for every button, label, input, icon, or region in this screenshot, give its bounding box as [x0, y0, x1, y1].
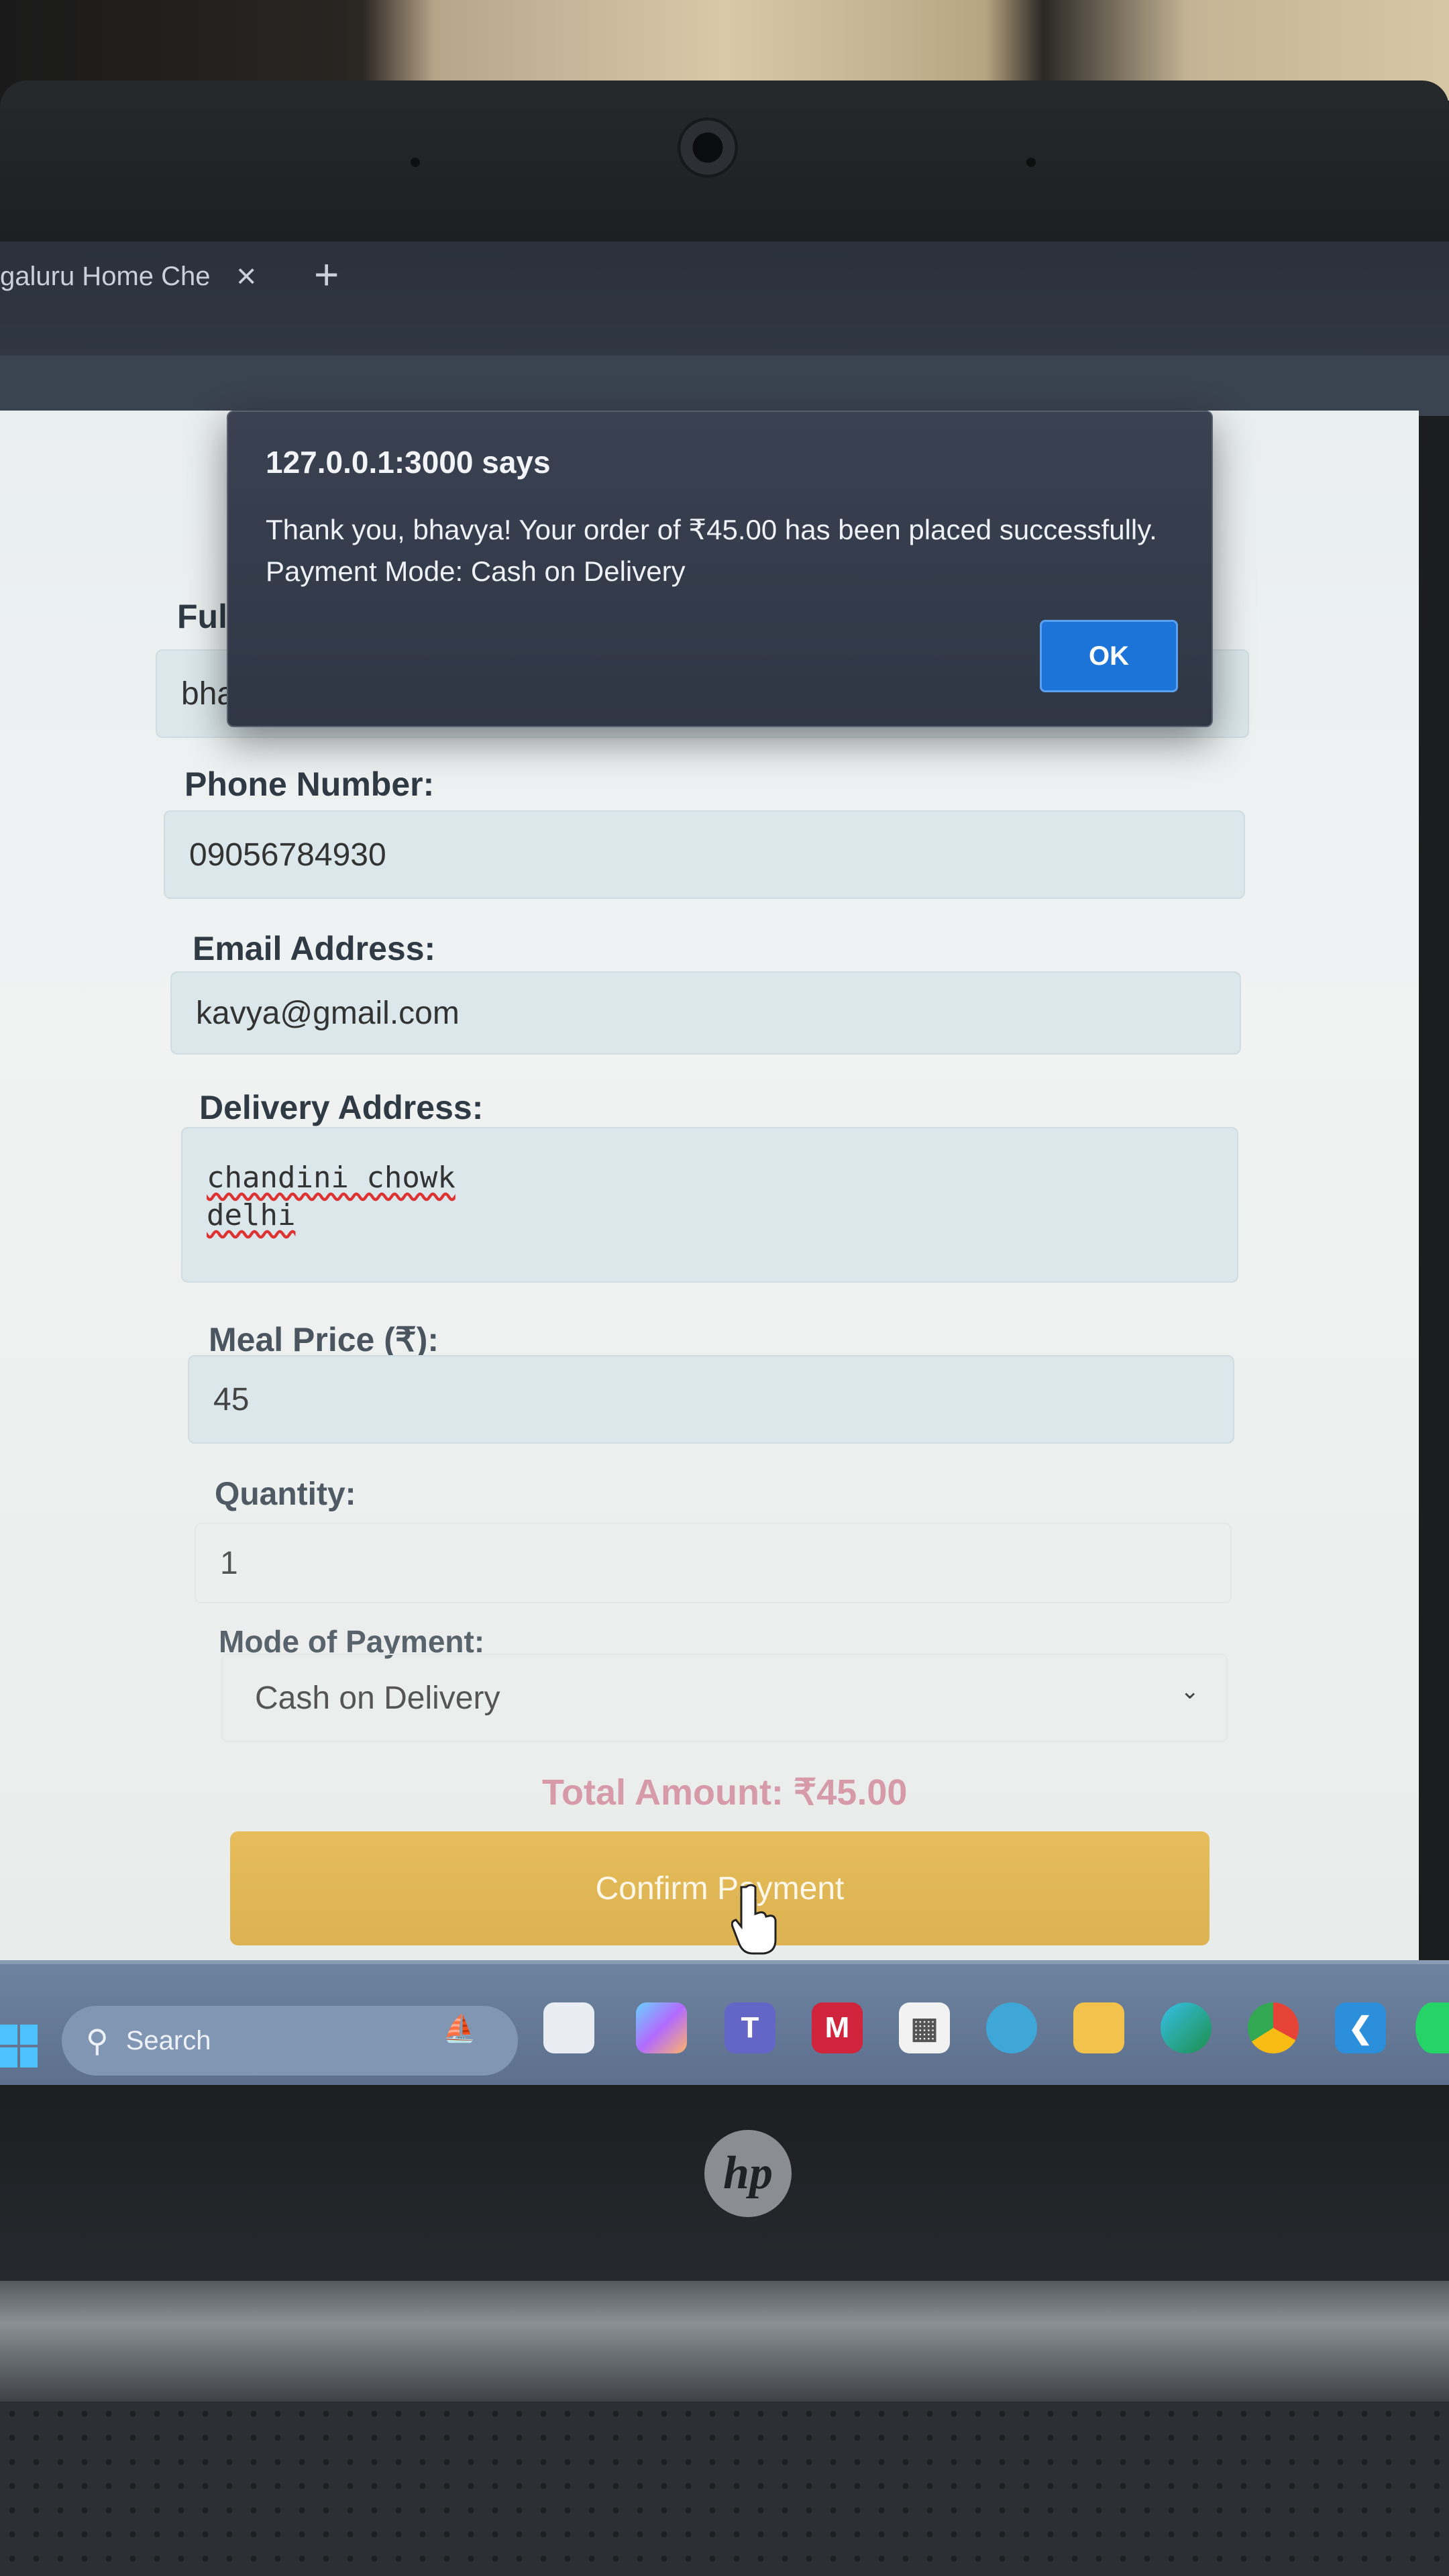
meal-price-field[interactable]: 45: [188, 1355, 1234, 1444]
edge-icon[interactable]: [1161, 2002, 1212, 2053]
chat-icon[interactable]: [986, 2002, 1037, 2053]
address-line: delhi: [207, 1198, 296, 1232]
laptop-hinge: [0, 2281, 1449, 2402]
chrome-icon[interactable]: [1248, 2002, 1299, 2053]
sensor-dot: [1026, 158, 1036, 167]
quantity-label: Quantity:: [215, 1477, 356, 1512]
phone-label: Phone Number:: [184, 765, 435, 803]
file-explorer-icon[interactable]: [1073, 2002, 1124, 2053]
whatsapp-icon[interactable]: [1415, 2002, 1449, 2053]
alert-dialog: 127.0.0.1:3000 says Thank you, bhavya! Y…: [227, 411, 1213, 727]
dialog-message-line: Payment Mode: Cash on Delivery: [266, 555, 686, 587]
confirm-payment-button[interactable]: Confirm Payment: [230, 1831, 1210, 1945]
teams-icon[interactable]: T: [724, 2002, 775, 2053]
quantity-field[interactable]: 1: [195, 1523, 1232, 1603]
start-icon[interactable]: [0, 2019, 40, 2073]
task-view-icon[interactable]: [543, 2002, 594, 2053]
browser-tab-title[interactable]: galuru Home Che: [0, 262, 211, 292]
full-name-label: Ful: [177, 598, 227, 635]
chevron-down-icon: ⌄: [1180, 1678, 1200, 1704]
email-field[interactable]: kavya@gmail.com: [170, 971, 1241, 1055]
vscode-icon[interactable]: ❮: [1335, 2002, 1386, 2053]
hand-cursor-icon: [731, 1884, 777, 1955]
address-line: chandini chowk: [207, 1161, 455, 1195]
mcafee-icon[interactable]: M: [812, 2002, 863, 2053]
email-label: Email Address:: [193, 930, 436, 967]
dialog-message: Thank you, bhavya! Your order of ₹45.00 …: [266, 509, 1178, 592]
laptop-deck: [0, 2402, 1449, 2576]
dialog-message-line: Thank you, bhavya! Your order of ₹45.00 …: [266, 514, 1157, 545]
address-label: Delivery Address:: [199, 1089, 484, 1126]
search-icon: ⚲: [86, 2023, 109, 2058]
meal-price-label: Meal Price (₹):: [209, 1321, 439, 1358]
new-tab-icon[interactable]: +: [314, 250, 339, 299]
sensor-dot: [411, 158, 420, 167]
webcam: [678, 117, 738, 178]
tab-close-icon[interactable]: ×: [236, 256, 256, 297]
widgets-icon[interactable]: ⛵: [409, 2002, 510, 2053]
payment-mode-value: Cash on Delivery: [255, 1680, 500, 1716]
total-amount: Total Amount: ₹45.00: [542, 1772, 908, 1813]
brand-logo: hp: [704, 2130, 792, 2217]
ok-button[interactable]: OK: [1040, 620, 1178, 692]
phone-field[interactable]: 09056784930: [164, 810, 1245, 899]
copilot-icon[interactable]: [636, 2002, 687, 2053]
browser-toolbar: [0, 356, 1449, 416]
address-textarea[interactable]: chandini chowk delhi: [181, 1127, 1238, 1283]
search-label: Search: [125, 2025, 211, 2055]
dialog-title: 127.0.0.1:3000 says: [266, 445, 551, 480]
store-icon[interactable]: ▦: [899, 2002, 950, 2053]
payment-mode-select[interactable]: Cash on Delivery ⌄: [221, 1654, 1228, 1742]
